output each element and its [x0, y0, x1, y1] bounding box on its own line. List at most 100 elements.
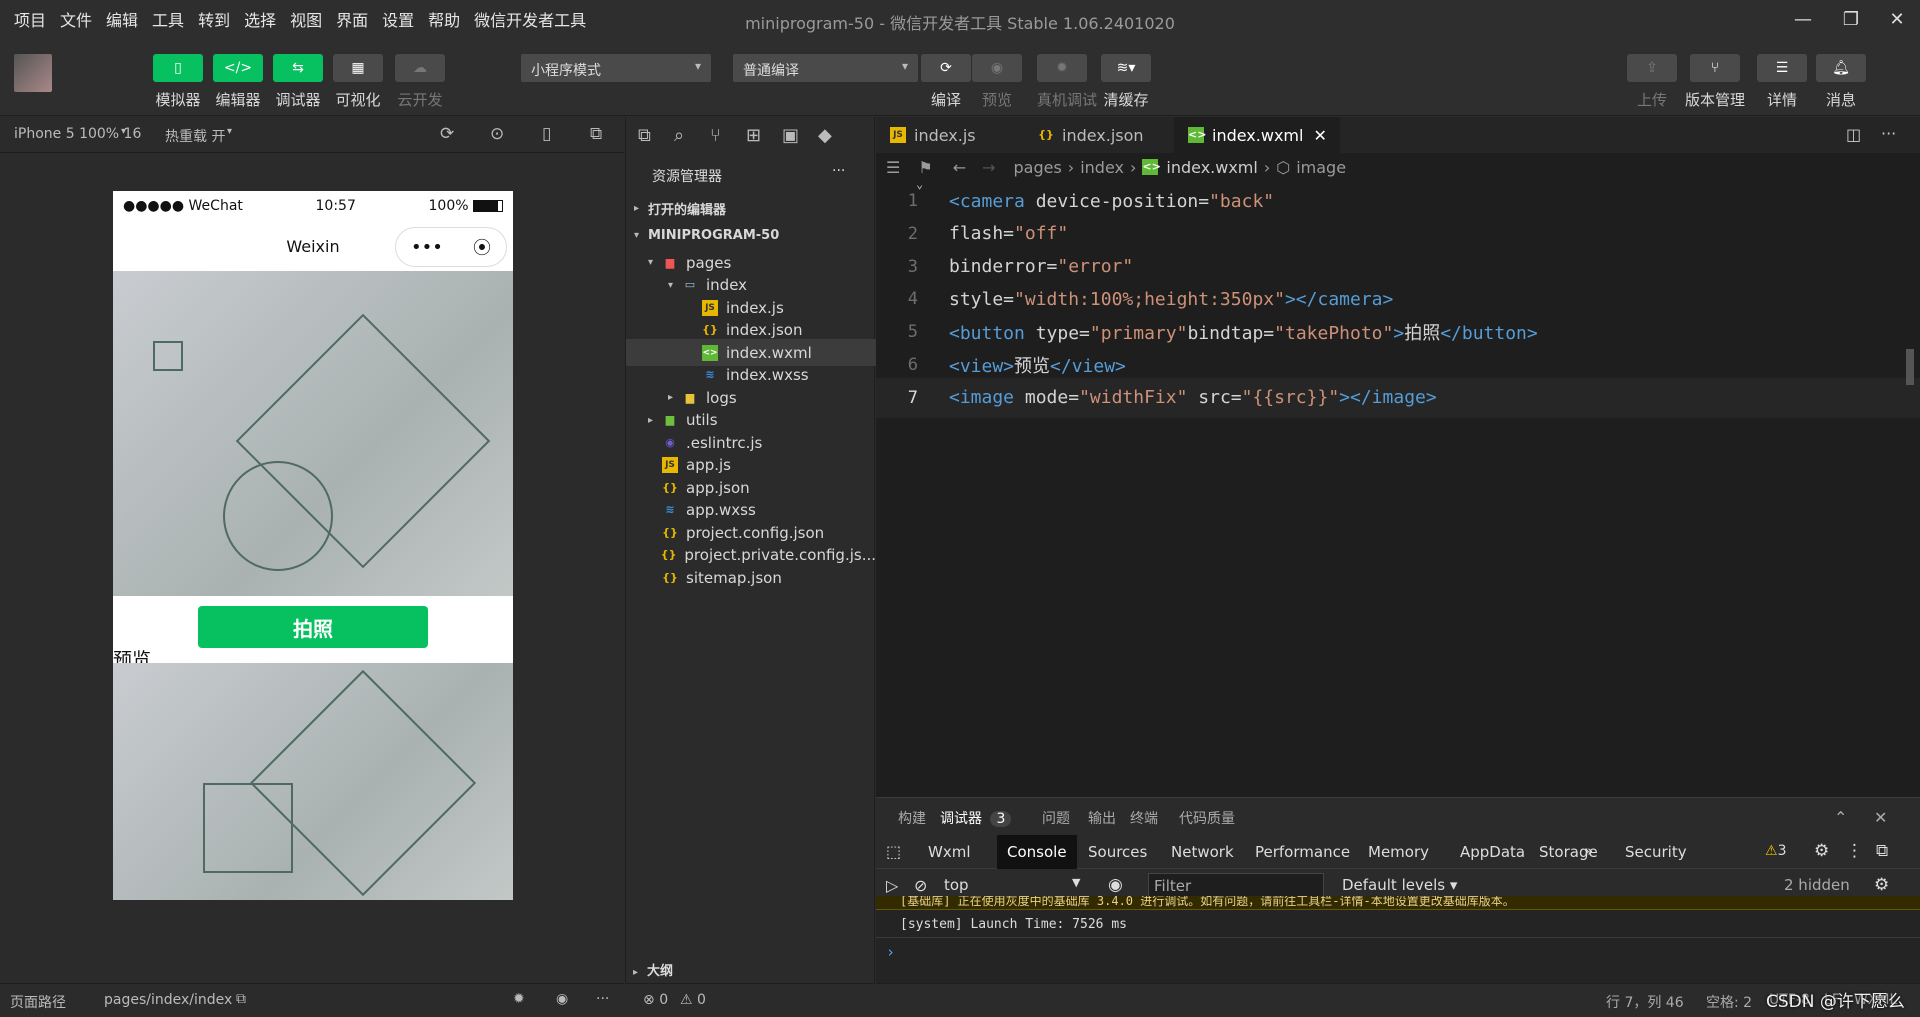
devtools-panel-tab[interactable]: 调试器 3 — [940, 808, 1012, 828]
warning-badge[interactable]: ⚠3 — [1765, 843, 1786, 859]
devtools-panel-tab[interactable]: 构建 — [898, 808, 926, 828]
details-button[interactable]: ☰ 详情 — [1757, 54, 1807, 110]
menu-item[interactable]: 工具 — [152, 7, 184, 31]
editor-button[interactable]: </> 编辑器 — [213, 54, 263, 110]
take-photo-button[interactable]: 拍照 — [198, 606, 428, 648]
devtools-tab[interactable]: Security — [1615, 835, 1697, 869]
version-button[interactable]: ⑂ 版本管理 — [1685, 54, 1745, 110]
hot-reload-toggle[interactable]: 热重载 开 — [165, 126, 225, 146]
context-select[interactable]: top ▼ — [944, 876, 1094, 894]
outline-section[interactable]: ▸ 大纲 — [633, 960, 673, 979]
split-editor-icon[interactable]: ◫ — [1846, 125, 1861, 144]
devtools-tab[interactable]: Storage — [1529, 835, 1608, 869]
code-editor[interactable]: 1 <camera device-position="back" 2 flash="o… — [876, 177, 1920, 797]
menu-item[interactable]: 界面 — [336, 7, 368, 31]
breadcrumb-index[interactable]: index — [1080, 158, 1124, 177]
devtools-panel-tab[interactable]: 问题 — [1042, 808, 1070, 828]
error-count[interactable]: ⊗ 0 — [643, 992, 668, 1008]
devtools-tab[interactable]: Wxml — [918, 835, 981, 869]
devtools-tab[interactable]: Performance — [1245, 835, 1360, 869]
forward-icon[interactable]: → — [982, 158, 995, 177]
upload-button[interactable]: ⇪ 上传 — [1627, 54, 1677, 110]
devtools-tab[interactable]: AppData — [1450, 835, 1535, 869]
tab-index-js[interactable]: JS index.js — [876, 117, 1024, 153]
cloud-button[interactable]: ☁ 云开发 — [395, 54, 445, 110]
more-tabs-button[interactable]: » — [1584, 842, 1593, 860]
levels-select[interactable]: Default levels ▾ — [1342, 876, 1457, 894]
devtools-panel-tab[interactable]: 代码质量 — [1179, 808, 1235, 828]
sidebar-toggle-icon[interactable]: ▷ — [886, 876, 898, 895]
git-icon[interactable]: ⑂ — [710, 125, 746, 146]
close-icon[interactable]: ✕ — [1874, 808, 1887, 827]
gear-icon[interactable]: ⚙ — [1814, 841, 1829, 861]
extensions-icon[interactable]: ⊞ — [746, 125, 782, 146]
panel-icon[interactable]: ▣ — [782, 125, 818, 146]
compile-mode-select[interactable]: 普通编译 — [733, 54, 918, 82]
open-editors-section[interactable]: ▸ 打开的编辑器 — [626, 195, 876, 222]
devtools-panel-tab[interactable]: 输出 — [1088, 808, 1116, 828]
avatar[interactable] — [14, 54, 52, 92]
rotate-icon[interactable]: ⟳ — [440, 124, 454, 144]
breadcrumb-file[interactable]: index.wxml — [1166, 158, 1257, 177]
menu-item[interactable]: 文件 — [60, 7, 92, 31]
stop-icon[interactable]: ⊙ — [490, 124, 504, 144]
devtools-tab[interactable]: Console — [997, 835, 1077, 869]
messages-button[interactable]: 🔔︎ 消息 — [1816, 54, 1866, 110]
devtools-tab[interactable]: Network — [1161, 835, 1244, 869]
remote-debug-button[interactable]: ✹ 真机调试 — [1037, 54, 1097, 110]
warning-count[interactable]: ⚠ 0 — [680, 992, 706, 1008]
devtools-tab[interactable]: Sources — [1078, 835, 1157, 869]
menu-item[interactable]: 帮助 — [428, 7, 460, 31]
breadcrumb-pages[interactable]: pages — [1014, 158, 1062, 177]
files-icon[interactable]: ⧉ — [638, 125, 674, 146]
device-icon[interactable]: ▯ — [542, 124, 551, 144]
back-icon[interactable]: ← — [953, 158, 966, 177]
more-icon[interactable]: ··· — [596, 991, 609, 1007]
menu-item[interactable]: 转到 — [198, 7, 230, 31]
gear-icon[interactable]: ⚙ — [1874, 875, 1889, 895]
capsule-button[interactable]: ••• ⦿ — [395, 227, 507, 267]
collapse-icon[interactable]: ⌃ — [1834, 808, 1847, 827]
popout-icon[interactable]: ⧉ — [590, 124, 602, 144]
menu-item[interactable]: 设置 — [382, 7, 414, 31]
breadcrumb-element[interactable]: image — [1296, 158, 1346, 177]
console-prompt[interactable]: › — [886, 943, 895, 961]
simulator-button[interactable]: ▯ 模拟器 — [153, 54, 203, 110]
project-section[interactable]: ▾ MINIPROGRAM-50 — [626, 222, 876, 249]
compile-button[interactable]: ⟳ 编译 — [921, 54, 971, 110]
more-icon[interactable]: ··· — [1881, 124, 1896, 143]
page-path-label[interactable]: 页面路径 — [10, 992, 66, 1012]
inspect-icon[interactable]: ⬚ — [886, 842, 901, 861]
preview-button[interactable]: ◉ 预览 — [972, 54, 1022, 110]
menu-item[interactable]: 视图 — [290, 7, 322, 31]
cursor-position[interactable]: 行 7，列 46 — [1606, 992, 1684, 1012]
clear-cache-button[interactable]: ≋▾ 清缓存 — [1101, 54, 1151, 110]
minimize-button[interactable]: — — [1780, 0, 1826, 38]
maximize-button[interactable]: ❐ — [1828, 0, 1874, 38]
close-icon[interactable]: ✕ — [1313, 126, 1326, 145]
search-icon[interactable]: ⌕ — [674, 125, 710, 146]
file-tree-item[interactable]: {} sitemap.json — [626, 564, 876, 591]
visual-button[interactable]: ▦ 可视化 — [333, 54, 383, 110]
bookmark-icon[interactable]: ⚑ — [918, 158, 932, 177]
explorer-more-button[interactable]: ··· — [832, 163, 845, 179]
bug-icon[interactable]: ✹ — [513, 991, 525, 1007]
close-window-button[interactable]: ✕ — [1874, 0, 1920, 38]
devtools-panel-tab[interactable]: 终端 — [1130, 808, 1158, 828]
menu-item[interactable]: 项目 — [14, 7, 46, 31]
eye-icon[interactable]: ◉ — [556, 991, 568, 1007]
clear-console-icon[interactable]: ⊘ — [914, 876, 927, 895]
list-icon[interactable]: ☰ — [886, 158, 900, 177]
menu-item[interactable]: 选择 — [244, 7, 276, 31]
debugger-button[interactable]: ⇆ 调试器 — [273, 54, 323, 110]
copy-icon[interactable]: ⧉ — [236, 991, 246, 1007]
close-circle-icon[interactable]: ⦿ — [473, 234, 491, 260]
scrollbar[interactable] — [1906, 349, 1914, 385]
devtools-tab[interactable]: Memory — [1358, 835, 1439, 869]
mode-select[interactable]: 小程序模式 — [521, 54, 711, 82]
more-icon[interactable]: ••• — [411, 237, 443, 258]
tab-index-json[interactable]: {} index.json — [1024, 117, 1174, 153]
fold-icon[interactable]: ⌄ — [916, 177, 923, 191]
eye-icon[interactable]: ◉ — [1108, 875, 1123, 895]
indentation[interactable]: 空格: 2 — [1706, 992, 1752, 1012]
